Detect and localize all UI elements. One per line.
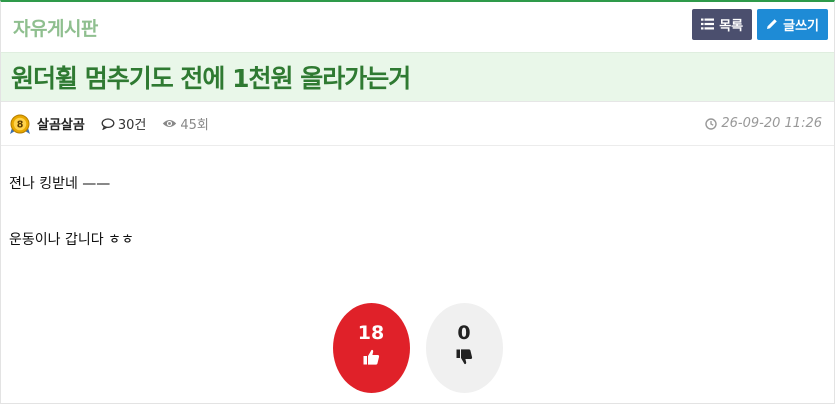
list-button[interactable]: 목록: [692, 8, 753, 40]
content-line: 젼나 킹받네 ——: [9, 176, 111, 192]
downvote-count: 0: [457, 321, 471, 344]
post-title: 원더휠 멈추기도 전에 1천원 올라가는거: [11, 64, 411, 93]
content-line: 운동이나 갑니다 ㅎㅎ: [9, 232, 134, 248]
post-meta-left: 8 살곰살곰 30건 45회: [9, 113, 219, 135]
board-name[interactable]: 자유게시판: [13, 14, 98, 41]
level-badge-icon: 8: [10, 114, 30, 134]
pencil-icon: [766, 18, 778, 30]
board-view: 자유게시판 목록 글쓰기 원더휠 멈추기도 전에 1천원 올라가는거 8 살곰살…: [0, 0, 835, 404]
view-count-value: 45회: [180, 118, 209, 133]
post-datetime: 26-09-20 11:26: [721, 116, 822, 131]
write-button-label: 글쓰기: [783, 18, 819, 34]
upvote-button[interactable]: 18: [332, 303, 410, 393]
list-button-label: 목록: [719, 18, 744, 34]
vote-area: 18 0: [1, 303, 834, 393]
list-icon: [701, 18, 715, 30]
board-header: 자유게시판 목록 글쓰기: [1, 2, 834, 52]
post-date: 26-09-20 11:26: [705, 116, 822, 131]
comment-icon: [101, 117, 115, 130]
author-name[interactable]: 살곰살곰: [37, 114, 85, 133]
eye-icon: [163, 120, 177, 127]
level-number: 8: [17, 119, 24, 130]
comment-count-value: 30건: [117, 118, 147, 133]
post-title-bar: 원더휠 멈추기도 전에 1천원 올라가는거: [1, 52, 834, 102]
header-buttons: 목록 글쓰기: [692, 8, 828, 40]
thumbs-up-icon: [363, 349, 379, 365]
comment-count: 30건: [101, 114, 147, 133]
upvote-count: 18: [357, 321, 385, 344]
clock-icon: [705, 117, 718, 130]
view-count: 45회: [162, 114, 209, 133]
post-meta: 8 살곰살곰 30건 45회 26-09-20 11:26: [1, 102, 834, 146]
post-content: 젼나 킹받네 —— 운동이나 갑니다 ㅎㅎ: [1, 146, 834, 250]
thumbs-down-icon: [456, 348, 472, 364]
write-button[interactable]: 글쓰기: [757, 8, 828, 40]
downvote-button[interactable]: 0: [425, 303, 503, 393]
